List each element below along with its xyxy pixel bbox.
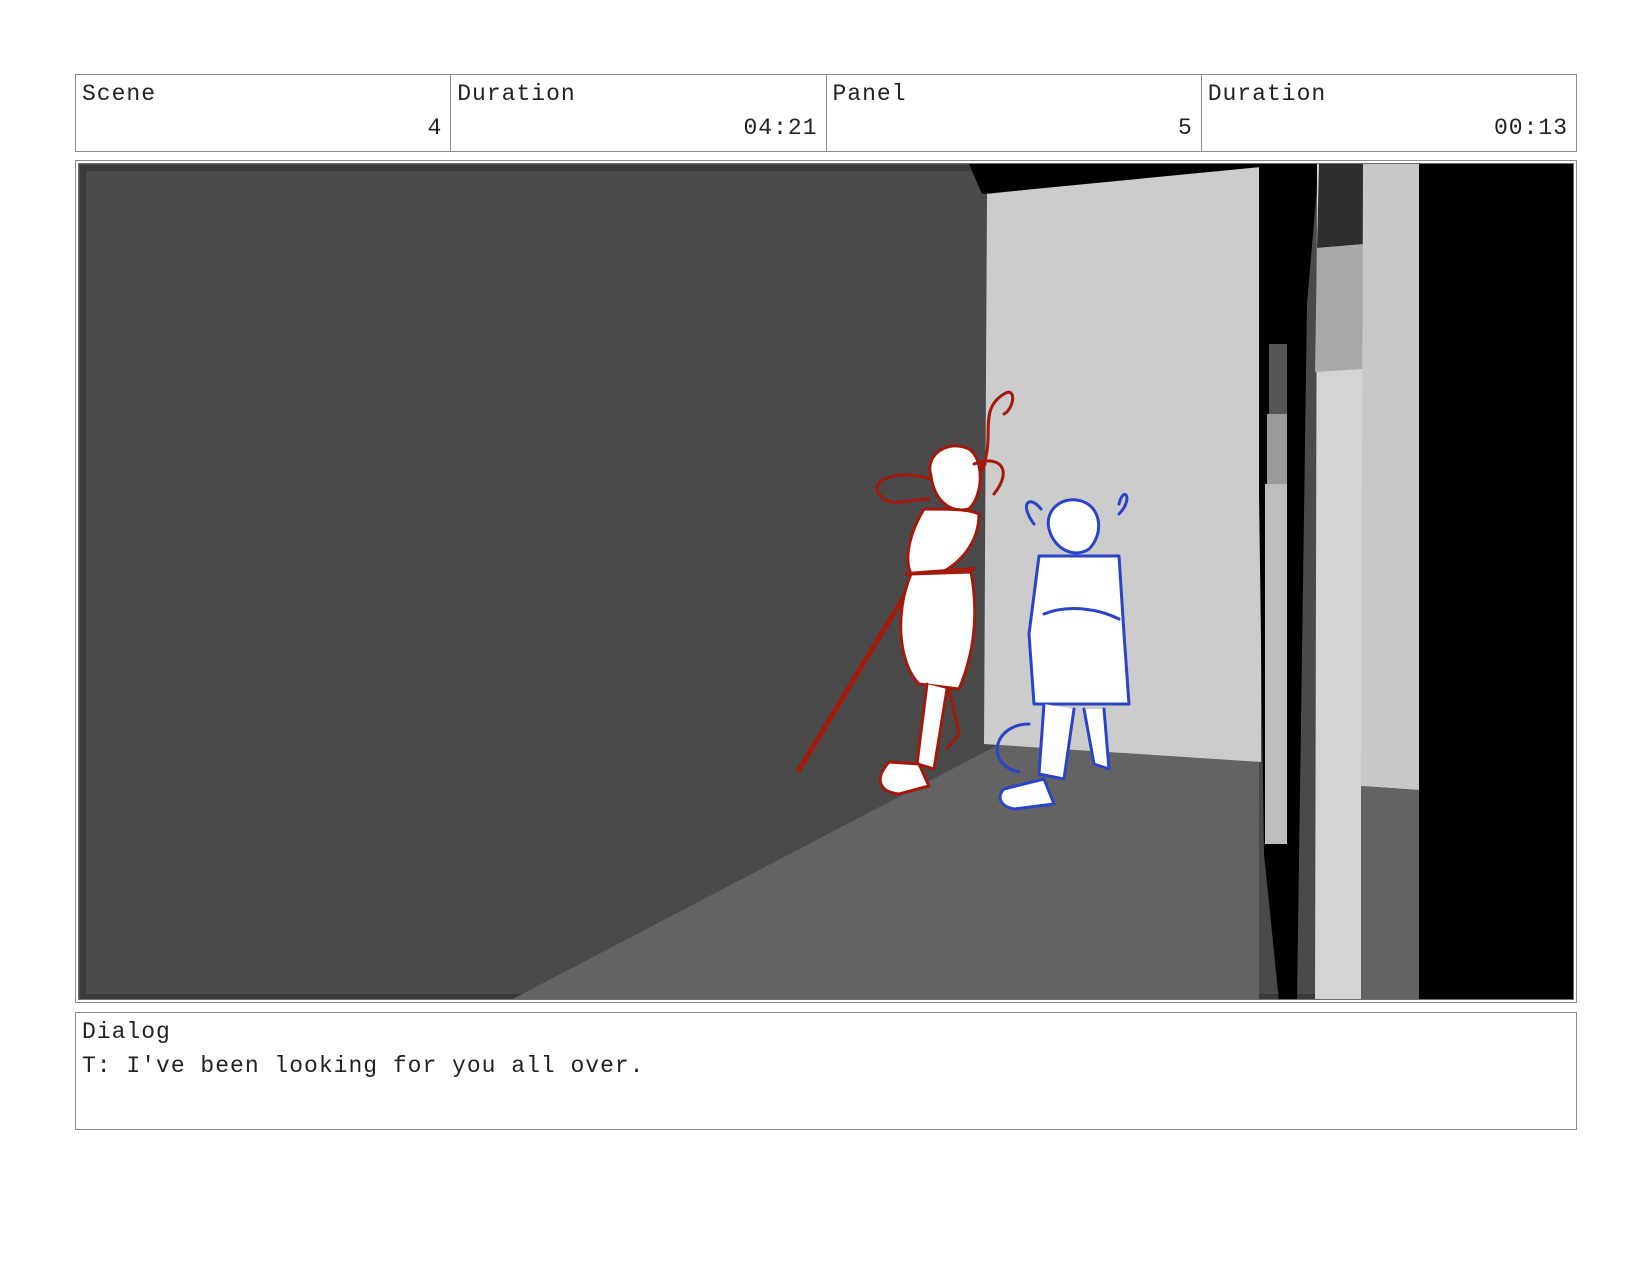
scene-cell: Scene 4 xyxy=(76,75,452,151)
scene-value: 4 xyxy=(427,115,443,141)
dialog-text: T: I've been looking for you all over. xyxy=(82,1053,645,1079)
panel-duration-value: 00:13 xyxy=(1493,115,1568,141)
column-shade xyxy=(1315,244,1365,372)
column-top-dark xyxy=(1317,164,1369,248)
panel-artwork xyxy=(78,163,1574,1000)
scene-duration-cell: Duration 04:21 xyxy=(451,75,827,151)
panel-value: 5 xyxy=(1177,115,1193,141)
red-boot xyxy=(878,760,931,796)
blue-torso xyxy=(1027,554,1131,706)
pillar-strip-mid xyxy=(1267,414,1287,484)
dialog-label: Dialog xyxy=(82,1019,171,1045)
red-skirt xyxy=(899,570,977,691)
dialog-box: Dialog T: I've been looking for you all … xyxy=(75,1012,1577,1130)
pillar-strip-dark xyxy=(1269,344,1287,414)
scene-label: Scene xyxy=(82,81,157,107)
scene-duration-value: 04:21 xyxy=(743,115,818,141)
panel-duration-cell: Duration 00:13 xyxy=(1202,75,1576,151)
right-black-wall xyxy=(1419,164,1573,999)
panel-label: Panel xyxy=(832,81,907,107)
right-light-panel xyxy=(1361,164,1419,790)
scene-duration-label: Duration xyxy=(457,81,576,107)
storyboard-sketch xyxy=(79,164,1573,999)
storyboard-header: Scene 4 Duration 04:21 Panel 5 Duration … xyxy=(75,74,1577,152)
panel-cell: Panel 5 xyxy=(827,75,1202,151)
right-floor xyxy=(1361,786,1419,999)
pillar-strip-light xyxy=(1265,484,1287,844)
blue-head xyxy=(1046,498,1101,555)
panel-duration-label: Duration xyxy=(1207,81,1327,107)
